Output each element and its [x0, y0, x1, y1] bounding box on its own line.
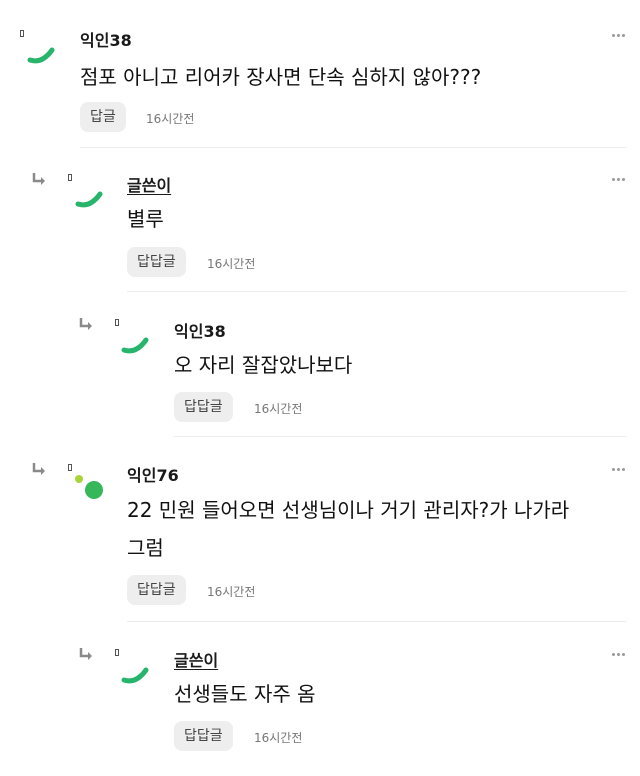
avatar[interactable]: [118, 326, 152, 360]
divider: [174, 436, 626, 437]
comment-text: 점포 아니고 리어카 장사면 단속 심하지 않아???: [80, 65, 482, 89]
avatar[interactable]: [118, 656, 152, 690]
level-marker: [115, 319, 119, 326]
comment-item: 글쓴이 별루 답답글 16시간전: [0, 150, 640, 295]
divider: [80, 147, 626, 148]
comment-time: 16시간전: [146, 112, 195, 126]
reply-arrow-icon: [32, 173, 45, 185]
comment-item: 익인38 점포 아니고 리어카 장사면 단속 심하지 않아??? 답글 16시간…: [0, 0, 640, 150]
comment-item: 익인76 22 민원 들어오면 선생님이나 거기 관리자?가 나가라 그럼 답답…: [0, 440, 640, 625]
comment-author[interactable]: 익인38: [80, 27, 132, 51]
reply-arrow-icon: [32, 463, 45, 475]
comment-author[interactable]: 익인38: [174, 318, 226, 342]
comment-author[interactable]: 글쓴이: [127, 172, 171, 196]
reply-button[interactable]: 답답글: [127, 247, 186, 277]
reply-arrow-icon: [79, 648, 92, 660]
comment-time: 16시간전: [254, 731, 303, 745]
divider: [127, 621, 626, 622]
reply-arrow-icon: [79, 318, 92, 330]
avatar[interactable]: [24, 36, 58, 70]
more-dots-icon[interactable]: [612, 653, 626, 657]
divider: [127, 291, 626, 292]
level-marker: [115, 649, 119, 656]
avatar[interactable]: [72, 180, 106, 214]
more-dots-icon[interactable]: [612, 34, 626, 38]
reply-button[interactable]: 답답글: [127, 575, 186, 605]
avatar[interactable]: [72, 474, 106, 508]
comment-author[interactable]: 글쓴이: [174, 647, 218, 671]
comment-author[interactable]: 익인76: [127, 462, 179, 486]
comment-item: 글쓴이 선생들도 자주 옴 답답글 16시간전: [0, 625, 640, 776]
comment-text-line-1: 22 민원 들어오면 선생님이나 거기 관리자?가 나가라: [127, 498, 570, 522]
reply-button[interactable]: 답글: [80, 102, 126, 132]
comment-text: 오 자리 잘잡았나보다: [174, 353, 353, 377]
reply-button[interactable]: 답답글: [174, 721, 233, 751]
reply-button[interactable]: 답답글: [174, 392, 233, 422]
more-dots-icon[interactable]: [612, 468, 626, 472]
level-marker: [68, 464, 72, 471]
comment-time: 16시간전: [207, 257, 256, 271]
comment-text: 선생들도 자주 옴: [174, 682, 316, 706]
comment-text: 별루: [127, 207, 164, 231]
comment-time: 16시간전: [254, 402, 303, 416]
comment-text-line-2: 그럼: [127, 536, 164, 560]
comment-item: 익인38 오 자리 잘잡았나보다 답답글 16시간전: [0, 295, 640, 440]
comment-time: 16시간전: [207, 585, 256, 599]
more-dots-icon[interactable]: [612, 178, 626, 182]
